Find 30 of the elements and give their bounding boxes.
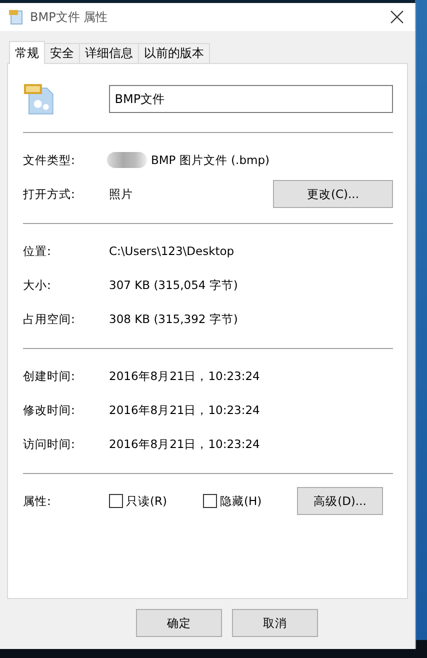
dialog-button[interactable]: 取消 <box>232 609 318 637</box>
field-label: 创建时间: <box>23 368 76 384</box>
field-label: 访问时间: <box>23 436 76 452</box>
field-label: 属性: <box>23 494 52 508</box>
field-value: 2016年8月21日，10:23:24 <box>109 436 261 452</box>
field-label: 占用空间: <box>23 312 76 326</box>
window-title: BMP文件 属性 <box>30 8 109 26</box>
image-file-icon <box>8 9 24 25</box>
close-icon <box>390 10 404 24</box>
field-value: 2016年8月21日，10:23:24 <box>109 368 261 384</box>
field-label: 位置: <box>23 244 52 258</box>
field-label: 文件类型: <box>23 152 76 168</box>
field-label: 修改时间: <box>23 402 76 418</box>
field-value: C:\Users\123\Desktop <box>109 244 236 258</box>
checkbox[interactable]: 只读(R) <box>109 494 203 508</box>
field-value: 照片 <box>109 186 134 202</box>
change-button[interactable]: 更改(C)... <box>273 180 393 208</box>
field-value: 308 KB (315,392 字节) <box>109 312 239 326</box>
field-value: 2016年8月21日，10:23:24 <box>109 402 261 418</box>
field-value: 307 KB (315,054 字节) <box>109 278 239 292</box>
tab[interactable]: 常规 <box>9 41 45 64</box>
tab[interactable]: 以前的版本 <box>138 43 210 63</box>
field-label: 打开方式: <box>23 186 76 202</box>
file-type-icon <box>107 152 147 168</box>
field-value: BMP 图片文件 (.bmp) <box>151 152 270 168</box>
advanced-button[interactable]: 高级(D)... <box>297 487 383 515</box>
file-name-field[interactable]: BMP文件 <box>108 85 393 113</box>
dialog-button[interactable]: 确定 <box>136 609 222 637</box>
checkbox[interactable]: 隐藏(H) <box>203 494 297 508</box>
field-label: 大小: <box>23 278 52 292</box>
